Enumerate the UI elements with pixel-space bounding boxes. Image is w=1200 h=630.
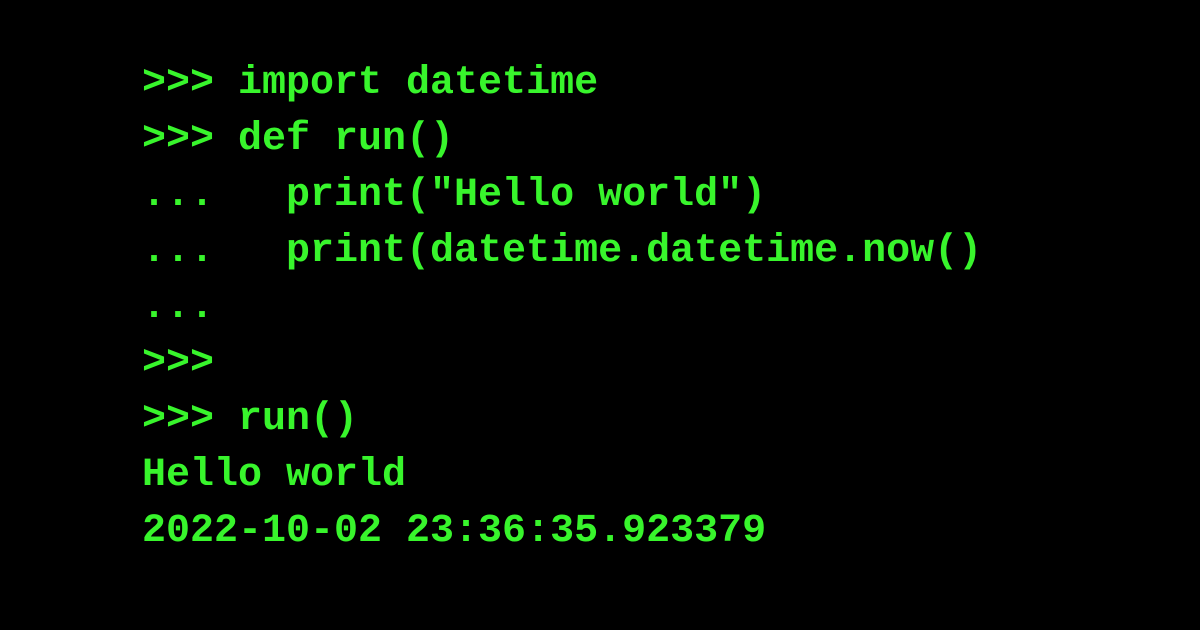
repl-line-print-hello: ... print("Hello world") bbox=[142, 173, 767, 218]
repl-line-empty-prompt: >>> bbox=[142, 341, 215, 386]
output-line-hello: Hello world bbox=[142, 453, 407, 498]
python-repl-terminal[interactable]: >>> import datetime >>> def run() ... pr… bbox=[0, 0, 1200, 630]
output-line-timestamp: 2022-10-02 23:36:35.923379 bbox=[142, 509, 767, 554]
repl-line-import: >>> import datetime bbox=[142, 61, 599, 106]
repl-line-def: >>> def run() bbox=[142, 117, 455, 162]
repl-line-print-datetime: ... print(datetime.datetime.now() bbox=[142, 229, 983, 274]
repl-line-continuation: ... bbox=[142, 285, 215, 330]
terminal-output: >>> import datetime >>> def run() ... pr… bbox=[142, 56, 982, 560]
repl-line-run-call: >>> run() bbox=[142, 397, 359, 442]
